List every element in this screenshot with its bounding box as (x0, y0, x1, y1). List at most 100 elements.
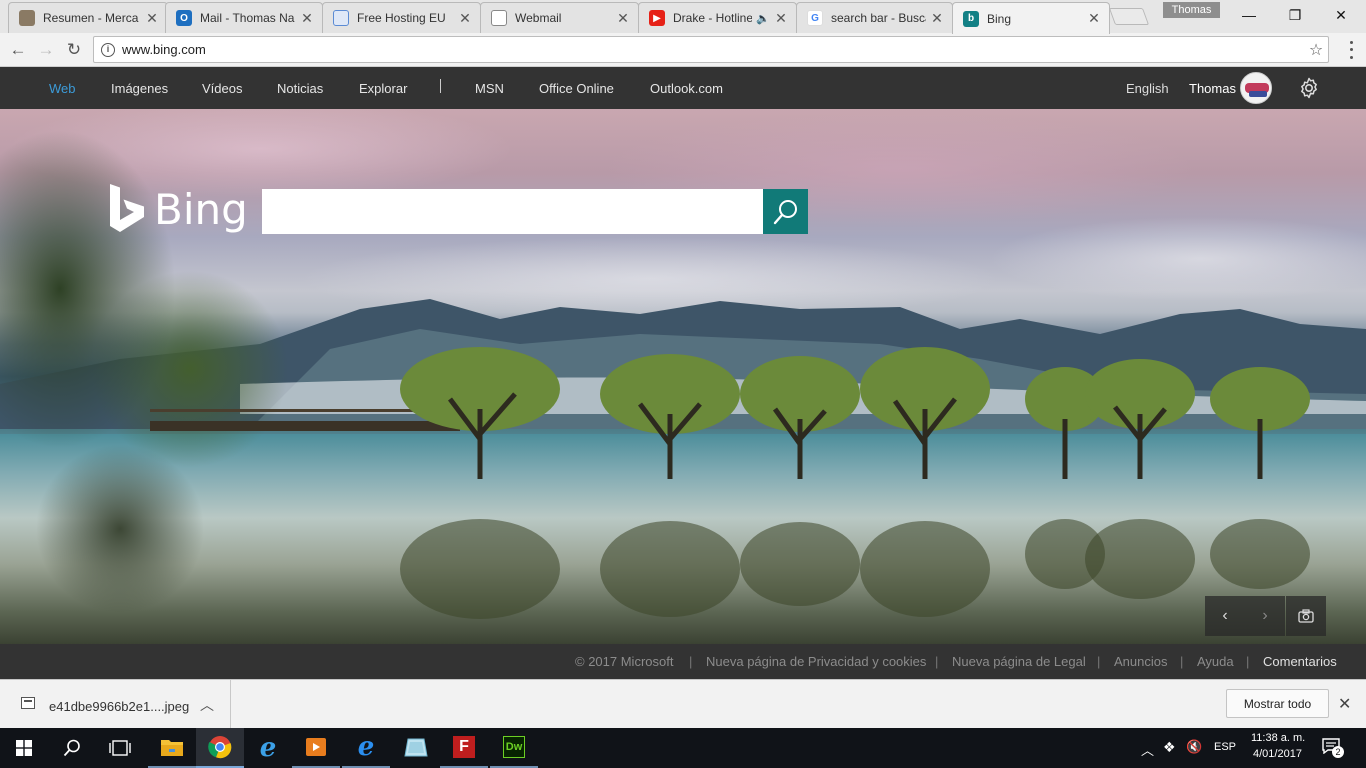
start-button[interactable] (0, 728, 48, 768)
filezilla-app[interactable]: F (440, 728, 488, 768)
reload-icon[interactable]: ↻ (61, 37, 87, 63)
nav-web[interactable]: Web (49, 81, 76, 96)
forward-arrow-icon[interactable]: → (33, 37, 59, 63)
dreamweaver-app[interactable]: Dw (490, 728, 538, 768)
search-input[interactable] (262, 189, 763, 234)
ads-link[interactable]: Anuncios (1114, 654, 1167, 669)
close-tab-icon[interactable]: ✕ (774, 10, 788, 27)
edge-app[interactable]: e (244, 728, 292, 768)
tab-title: Webmail (515, 11, 562, 25)
sketch-app[interactable] (392, 728, 440, 768)
restore-icon[interactable]: ❐ (1272, 0, 1318, 30)
grid-icon (333, 10, 349, 26)
nav-office-online[interactable]: Office Online (539, 81, 614, 96)
close-icon[interactable]: ✕ (1338, 694, 1351, 714)
tab-title: Drake - Hotline (673, 11, 753, 25)
tab-title: Bing (987, 11, 1012, 26)
tab-resumen[interactable]: Resumen - Merca ✕ (8, 2, 168, 33)
tab-youtube[interactable]: ▶ Drake - Hotline 🔈 ✕ (638, 2, 797, 33)
copyright-text: © 2017 Microsoft (575, 654, 674, 669)
close-tab-icon[interactable]: ✕ (300, 10, 314, 27)
clock-date[interactable]: 4/01/2017 (1253, 748, 1302, 760)
help-link[interactable]: Ayuda (1197, 654, 1234, 669)
file-explorer-app[interactable] (148, 728, 196, 768)
browser-menu-icon[interactable] (1343, 39, 1359, 61)
address-bar[interactable]: i www.bing.com ☆ (93, 36, 1329, 63)
new-tab-button[interactable] (1108, 8, 1150, 25)
tab-free-hosting[interactable]: Free Hosting EU ✕ (322, 2, 481, 33)
close-tab-icon[interactable]: ✕ (930, 10, 944, 27)
back-arrow-icon[interactable]: ← (5, 37, 31, 63)
download-shelf: e41dbe9966b2e1....jpeg ︿ Mostrar todo ✕ (0, 679, 1366, 728)
dropbox-icon[interactable]: ❖ (1163, 739, 1176, 756)
tab-webmail[interactable]: Webmail ✕ (480, 2, 639, 33)
audio-playing-icon[interactable]: 🔈 (756, 12, 770, 25)
close-tab-icon[interactable]: ✕ (458, 10, 472, 27)
tab-title: Resumen - Merca (43, 11, 139, 25)
footer-divider: | (1097, 654, 1101, 669)
footer-divider: | (935, 654, 939, 669)
chrome-app[interactable] (196, 728, 244, 768)
minimize-icon[interactable]: — (1226, 0, 1272, 30)
nav-explorar[interactable]: Explorar (359, 81, 407, 96)
search-taskbar-button[interactable] (48, 728, 96, 768)
bing-icon: b (963, 10, 979, 27)
search-icon (773, 199, 797, 224)
image-info-button[interactable] (1286, 596, 1326, 636)
next-image-button[interactable]: › (1245, 596, 1285, 636)
internet-explorer-icon: e (357, 732, 375, 762)
clock-time[interactable]: 11:38 a. m. (1251, 732, 1305, 744)
avatar[interactable] (1240, 72, 1272, 104)
feedback-link[interactable]: Comentarios (1263, 654, 1337, 669)
chevron-right-icon: › (1262, 607, 1268, 624)
close-window-icon[interactable]: ✕ (1318, 0, 1364, 30)
privacy-link[interactable]: Nueva página de Privacidad y cookies (706, 654, 926, 669)
notification-count: 2 (1332, 746, 1344, 758)
windows-taskbar: e e F Dw ︿ ❖ 🔇 ESP 11:38 a. m. 4/01/2017… (0, 728, 1366, 768)
chevron-up-icon[interactable]: ︿ (200, 695, 214, 715)
bing-logo-icon (110, 184, 144, 232)
url-text[interactable]: www.bing.com (122, 42, 1304, 57)
task-view-button[interactable] (96, 728, 144, 768)
input-language[interactable]: ESP (1214, 741, 1236, 753)
profile-button[interactable]: Thomas (1163, 2, 1220, 18)
language-link[interactable]: English (1126, 81, 1169, 96)
bing-logo[interactable]: Bing (108, 184, 248, 234)
tab-bing[interactable]: b Bing ✕ (952, 2, 1110, 34)
search-icon (63, 739, 80, 757)
search-button[interactable] (763, 189, 808, 234)
nav-imagenes[interactable]: Imágenes (111, 81, 168, 96)
internet-explorer-app[interactable]: e (342, 728, 390, 768)
media-player-icon (306, 738, 326, 756)
speaker-muted-icon[interactable]: 🔇 (1186, 739, 1202, 755)
nav-noticias[interactable]: Noticias (277, 81, 323, 96)
nav-divider (440, 79, 441, 93)
tab-strip: Resumen - Merca ✕ O Mail - Thomas Na ✕ F… (0, 0, 1366, 34)
tab-google-search[interactable]: G search bar - Busca ✕ (796, 2, 953, 33)
user-name[interactable]: Thomas (1189, 81, 1236, 96)
download-filename[interactable]: e41dbe9966b2e1....jpeg (49, 699, 189, 714)
bookmark-star-icon[interactable]: ☆ (1304, 40, 1328, 60)
close-tab-icon[interactable]: ✕ (616, 10, 630, 27)
chevron-up-icon[interactable]: ︿ (1141, 740, 1154, 759)
chrome-icon (208, 736, 232, 759)
tab-title: Free Hosting EU (357, 11, 446, 25)
legal-link[interactable]: Nueva página de Legal (952, 654, 1086, 669)
action-center-button[interactable]: 2 (1322, 738, 1344, 758)
info-icon[interactable]: i (101, 42, 115, 57)
bing-logo-text: Bing (154, 184, 248, 234)
media-player-app[interactable] (292, 728, 340, 768)
edge-icon: e (259, 733, 277, 763)
show-all-button[interactable]: Mostrar todo (1226, 689, 1329, 718)
gear-icon[interactable] (1297, 76, 1321, 100)
previous-image-button[interactable]: ‹ (1205, 596, 1245, 636)
google-icon: G (807, 10, 823, 26)
close-tab-icon[interactable]: ✕ (145, 10, 159, 27)
tab-mail[interactable]: O Mail - Thomas Na ✕ (165, 2, 323, 33)
close-tab-icon[interactable]: ✕ (1087, 10, 1101, 27)
nav-outlook[interactable]: Outlook.com (650, 81, 723, 96)
nav-msn[interactable]: MSN (475, 81, 504, 96)
nav-videos[interactable]: Vídeos (202, 81, 242, 96)
download-item[interactable]: e41dbe9966b2e1....jpeg ︿ (0, 680, 231, 728)
image-file-icon (21, 697, 35, 709)
